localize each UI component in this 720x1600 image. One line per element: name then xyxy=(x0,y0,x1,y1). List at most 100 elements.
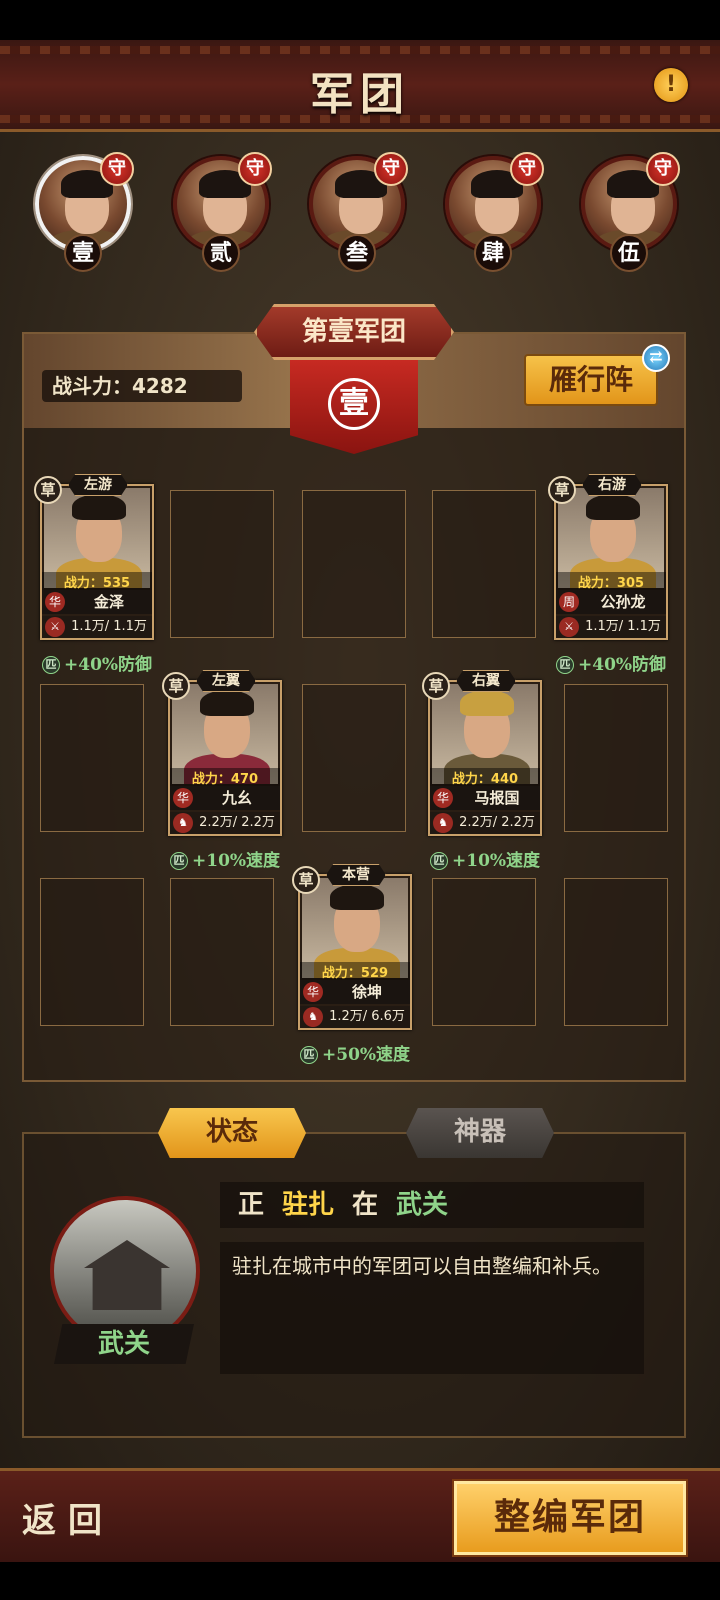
info-icon[interactable]: ! xyxy=(654,68,688,102)
troop-type-icon: ♞ xyxy=(303,1007,323,1027)
grade-badge: 草 xyxy=(292,866,320,894)
bottom-bar: 返回 整编军团 xyxy=(0,1468,720,1562)
general-name: 公孙龙 xyxy=(600,593,646,611)
legion-selector-2[interactable]: 守 贰 xyxy=(170,152,272,284)
buff-label: 匹 +10%速度 xyxy=(170,846,280,871)
legion-number: 肆 xyxy=(474,234,512,272)
general-name: 九幺 xyxy=(221,789,252,807)
title-bar: 军团 ! xyxy=(0,40,720,132)
empty-slot[interactable] xyxy=(170,490,274,638)
troop-type-icon: ⚔ xyxy=(559,617,579,637)
legion-name-banner: 第壹军团 xyxy=(254,304,454,360)
page-title: 军团 xyxy=(310,69,410,120)
empty-slot[interactable] xyxy=(40,878,144,1026)
defend-badge: 守 xyxy=(100,152,134,186)
empty-slot[interactable] xyxy=(302,684,406,832)
buff-label: 匹 +40%防御 xyxy=(556,650,666,675)
troop-type-icon: ⚔ xyxy=(45,617,65,637)
state-word: 在 xyxy=(352,1190,379,1220)
faction-badge: 华 xyxy=(433,788,453,808)
combat-power: 战斗力：4282 xyxy=(42,370,242,402)
formation-button[interactable]: 雁行阵 ⇄ xyxy=(524,344,670,406)
general-name: 金泽 xyxy=(93,593,124,611)
position-tag: 右游 xyxy=(582,474,642,496)
general-power: 战力：529 xyxy=(300,962,410,981)
general-power: 战力：470 xyxy=(170,768,280,787)
position-tag: 本营 xyxy=(326,864,386,886)
defend-badge: 守 xyxy=(510,152,544,186)
nav-bar xyxy=(0,1562,720,1600)
faction-badge: 华 xyxy=(303,982,323,1002)
general-card[interactable]: 草 右游 战力：305 周 公孙龙 ⚔ 1.1万/ 1.1万 xyxy=(548,474,668,640)
empty-slot[interactable] xyxy=(564,878,668,1026)
legion-selector-4[interactable]: 守 肆 xyxy=(442,152,544,284)
tab-artifact[interactable]: 神器 xyxy=(406,1108,554,1158)
status-bar xyxy=(0,0,720,40)
buff-icon: 匹 xyxy=(556,656,574,674)
troop-type-icon: ♞ xyxy=(173,813,193,833)
legion-emblem: 壹 xyxy=(290,360,418,454)
faction-badge: 华 xyxy=(173,788,193,808)
state-line: 正驻扎在武关 xyxy=(220,1182,644,1228)
grade-badge: 草 xyxy=(422,672,450,700)
general-name: 徐坤 xyxy=(351,983,382,1001)
general-card[interactable]: 草 本营 战力：529 华 徐坤 ♞ 1.2万/ 6.6万 xyxy=(292,864,412,1030)
grade-badge: 草 xyxy=(548,476,576,504)
state-word: 正 xyxy=(238,1190,265,1220)
swap-icon[interactable]: ⇄ xyxy=(642,344,670,372)
defend-badge: 守 xyxy=(646,152,680,186)
faction-badge: 华 xyxy=(45,592,65,612)
legion-panel: 第壹军团 壹 战斗力：4282 雁行阵 ⇄ 草 左游 战力：535 华金泽 ⚔ 1 xyxy=(22,304,686,1082)
legion-selector-1[interactable]: 守 壹 xyxy=(32,152,134,284)
buff-label: 匹 +10%速度 xyxy=(430,846,540,871)
troop-type-icon: ♞ xyxy=(433,813,453,833)
title-fret-top xyxy=(0,46,720,54)
back-button[interactable]: 返回 xyxy=(22,1493,114,1542)
combat-power-label: 战斗力： xyxy=(52,374,132,398)
empty-slot[interactable] xyxy=(432,878,536,1026)
legion-number: 伍 xyxy=(610,234,648,272)
legion-number: 壹 xyxy=(64,234,102,272)
defend-badge: 守 xyxy=(238,152,272,186)
legion-emblem-char: 壹 xyxy=(328,378,380,430)
buff-icon: 匹 xyxy=(170,852,188,870)
general-power: 战力：535 xyxy=(42,572,152,591)
buff-icon: 匹 xyxy=(430,852,448,870)
troop-count: 1.1万/ 1.1万 xyxy=(71,619,147,634)
legion-number: 贰 xyxy=(202,234,240,272)
tab-status[interactable]: 状态 xyxy=(158,1108,306,1158)
formation-label: 雁行阵 xyxy=(548,363,633,396)
grade-badge: 草 xyxy=(34,476,62,504)
position-tag: 右翼 xyxy=(456,670,516,692)
status-panel: 武关 正驻扎在武关 驻扎在城市中的军团可以自由整编和补兵。 xyxy=(22,1132,686,1438)
faction-badge: 周 xyxy=(559,592,579,612)
city-name: 武关 xyxy=(54,1324,194,1364)
status-description: 驻扎在城市中的军团可以自由整编和补兵。 xyxy=(220,1242,644,1374)
empty-slot[interactable] xyxy=(170,878,274,1026)
empty-slot[interactable] xyxy=(302,490,406,638)
main-area: 守 壹 守 贰 守 叁 守 肆 守 伍 第壹军团 壹 战斗力：4282 雁行阵 … xyxy=(0,132,720,1468)
state-action: 驻扎 xyxy=(282,1190,335,1220)
general-card[interactable]: 草 右翼 战力：440 华 马报国 ♞ 2.2万/ 2.2万 xyxy=(422,670,542,836)
general-card[interactable]: 草 左游 战力：535 华 金泽 ⚔ 1.1万/ 1.1万 xyxy=(34,474,154,640)
buff-label: 匹 +50%速度 xyxy=(300,1040,410,1065)
empty-slot[interactable] xyxy=(432,490,536,638)
legion-number: 叁 xyxy=(338,234,376,272)
legion-selector-5[interactable]: 守 伍 xyxy=(578,152,680,284)
defend-badge: 守 xyxy=(374,152,408,186)
position-tag: 左翼 xyxy=(196,670,256,692)
buff-label: 匹 +40%防御 xyxy=(42,650,152,675)
general-card[interactable]: 草 左翼 战力：470 华 九幺 ♞ 2.2万/ 2.2万 xyxy=(162,670,282,836)
grade-badge: 草 xyxy=(162,672,190,700)
legion-selector-3[interactable]: 守 叁 xyxy=(306,152,408,284)
troop-count: 1.1万/ 1.1万 xyxy=(585,619,661,634)
general-power: 战力：440 xyxy=(430,768,540,787)
reorganize-button[interactable]: 整编军团 xyxy=(454,1481,686,1555)
empty-slot[interactable] xyxy=(40,684,144,832)
troop-count: 2.2万/ 2.2万 xyxy=(199,815,275,830)
empty-slot[interactable] xyxy=(564,684,668,832)
city-image xyxy=(50,1196,200,1346)
state-location: 武关 xyxy=(396,1190,449,1220)
general-name: 马报国 xyxy=(474,789,520,807)
troop-count: 1.2万/ 6.6万 xyxy=(329,1009,405,1024)
